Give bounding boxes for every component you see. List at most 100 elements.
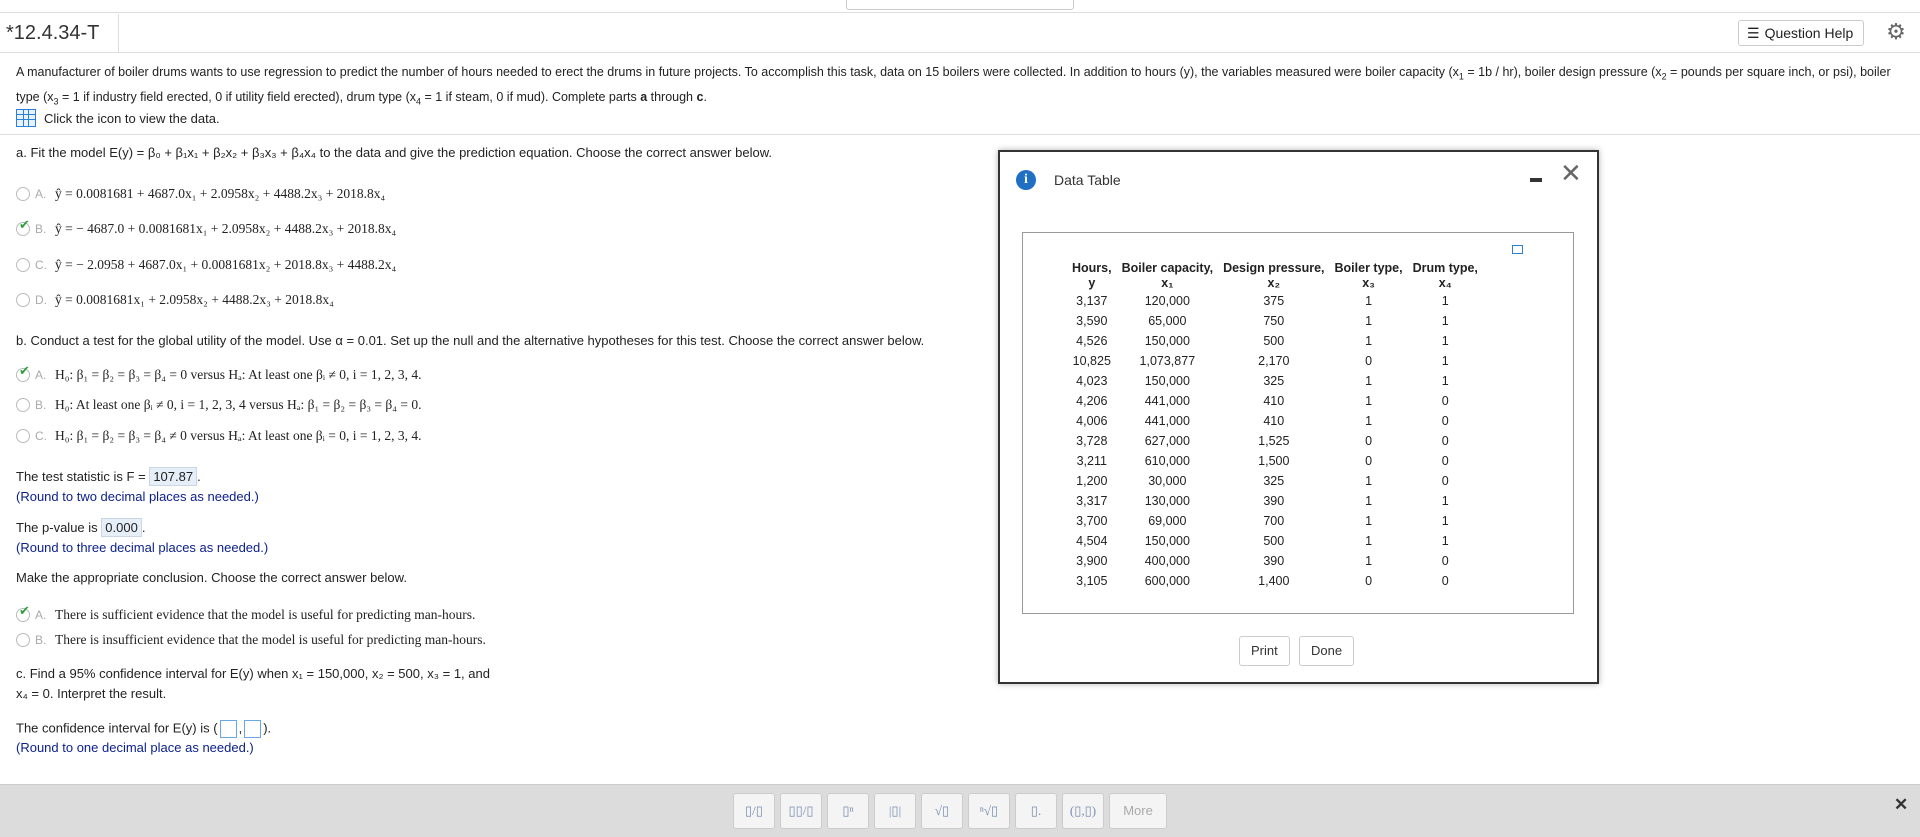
table-cell: 390 — [1263, 554, 1285, 568]
radio-button[interactable] — [16, 217, 30, 236]
table-cell: 410 — [1263, 394, 1285, 408]
column-header: Drum type, x₄ — [1412, 261, 1478, 290]
close-icon[interactable]: ✕ — [1560, 160, 1582, 186]
math-template-button[interactable]: (▯,▯) — [1062, 793, 1104, 829]
table-cell: 30,000 — [1148, 474, 1187, 488]
navigation-control[interactable] — [846, 0, 1074, 10]
data-link[interactable]: Click the icon to view the data. — [16, 109, 220, 127]
ci-lower-input[interactable] — [219, 720, 237, 738]
math-template-button[interactable]: ▯. — [1015, 793, 1057, 829]
table-cell: 441,000 — [1144, 414, 1190, 428]
p-value-answer[interactable]: 0.000 — [101, 518, 142, 537]
table-cell: 0 — [1441, 414, 1449, 428]
table-cell: 1 — [1365, 514, 1373, 528]
ci-label: The confidence interval for E(y) is ( — [16, 720, 218, 736]
table-cell: 1,200 — [1076, 474, 1108, 488]
radio-button[interactable] — [16, 633, 30, 647]
radio-button[interactable] — [16, 429, 30, 443]
table-cell: 4,006 — [1076, 414, 1108, 428]
list-icon: ☰ — [1747, 25, 1760, 41]
table-cell: 1 — [1365, 554, 1373, 568]
math-template-button[interactable]: ▯ⁿ — [827, 793, 869, 829]
table-row: 3,211 610,000 1,500 0 0 — [1067, 451, 1483, 471]
part-b-prompt: b. Conduct a test for the global utility… — [16, 333, 925, 348]
table-cell: 0 — [1365, 434, 1373, 448]
table-cell: 10,825 — [1072, 354, 1111, 368]
table-row: 3,900 400,000 390 1 0 — [1067, 551, 1483, 571]
ci-upper-input[interactable] — [244, 720, 262, 738]
conclusion-option[interactable]: B. There is insufficient evidence that th… — [16, 632, 486, 648]
option-text: H₀: At least one βᵢ ≠ 0, i = 1, 2, 3, 4 … — [55, 397, 422, 412]
table-cell: 3,700 — [1076, 514, 1108, 528]
radio-button[interactable] — [16, 363, 30, 382]
gear-icon[interactable]: ⚙ — [1884, 20, 1908, 44]
part-a-option[interactable]: C. ŷ = − 2.0958 + 4687.0x₁ + 0.0081681x₂ … — [16, 257, 396, 273]
question-help-button[interactable]: ☰ Question Help — [1738, 20, 1865, 46]
table-cell: 0 — [1441, 434, 1449, 448]
print-button[interactable]: Print — [1239, 636, 1290, 666]
table-cell: 1 — [1365, 314, 1373, 328]
table-row: 4,206 441,000 410 1 0 — [1067, 391, 1483, 411]
copy-icon[interactable] — [1512, 245, 1523, 254]
table-icon[interactable] — [16, 109, 36, 127]
table-cell: 700 — [1263, 514, 1285, 528]
part-a-option[interactable]: A. ŷ = 0.0081681 + 4687.0x₁ + 2.0958x₂ + … — [16, 186, 385, 202]
math-template-button[interactable]: √▯ — [921, 793, 963, 829]
test-statistic-line: The test statistic is F = 107.87. — [16, 467, 201, 486]
minimize-icon[interactable] — [1530, 178, 1542, 182]
radio-button[interactable] — [16, 258, 30, 272]
math-template-button[interactable]: ⁿ√▯ — [968, 793, 1010, 829]
math-template-button[interactable]: ▯/▯ — [733, 793, 775, 829]
table-cell: 750 — [1263, 314, 1285, 328]
radio-button[interactable] — [16, 293, 30, 307]
radio-button[interactable] — [16, 603, 30, 622]
table-cell: 150,000 — [1144, 334, 1190, 348]
table-cell: 1 — [1365, 494, 1373, 508]
table-row: 3,317 130,000 390 1 1 — [1067, 491, 1483, 511]
option-text: H₀: β₁ = β₂ = β₃ = β₄ ≠ 0 versus Hₐ: At … — [55, 428, 422, 443]
part-a-option[interactable]: D. ŷ = 0.0081681x₁ + 2.0958x₂ + 4488.2x₃ … — [16, 292, 334, 308]
table-cell: 1 — [1441, 294, 1449, 308]
table-cell: 3,211 — [1076, 454, 1107, 468]
table-cell: 1 — [1365, 414, 1373, 428]
problem-intro: A manufacturer of boiler drums wants to … — [16, 65, 1891, 106]
part-c-prompt-1: c. Find a 95% confidence interval for E(… — [16, 666, 490, 681]
option-letter: D. — [35, 293, 47, 307]
data-table-dialog: i Data Table ✕ Hours, y Boiler capacity, x₁… — [998, 150, 1599, 684]
table-cell: 500 — [1263, 334, 1285, 348]
conclusion-option[interactable]: A. There is sufficient evidence that the … — [16, 603, 475, 623]
column-header: Boiler type, x₃ — [1334, 261, 1403, 290]
more-button[interactable]: More — [1109, 793, 1167, 829]
test-statistic-answer[interactable]: 107.87 — [149, 467, 198, 486]
table-cell: 1 — [1441, 514, 1449, 528]
table-cell: 4,526 — [1076, 334, 1108, 348]
part-c-prompt-2: x₄ = 0. Interpret the result. — [16, 686, 167, 701]
table-row: 3,590 65,000 750 1 1 — [1067, 311, 1483, 331]
close-icon[interactable]: ✕ — [1894, 795, 1908, 815]
table-cell: 0 — [1365, 574, 1373, 588]
math-template-button[interactable]: |▯| — [874, 793, 916, 829]
table-cell: 1 — [1365, 374, 1373, 388]
top-strip — [0, 0, 1920, 13]
confidence-interval-line: The confidence interval for E(y) is (,). — [16, 720, 271, 738]
table-row: 4,006 441,000 410 1 0 — [1067, 411, 1483, 431]
option-letter: A. — [35, 187, 47, 201]
table-cell: 1 — [1441, 494, 1449, 508]
part-a-option[interactable]: B. ŷ = − 4687.0 + 0.0081681x₁ + 2.0958x₂ … — [16, 217, 396, 237]
table-row: 4,023 150,000 325 1 1 — [1067, 371, 1483, 391]
table-cell: 1 — [1441, 354, 1449, 368]
done-button[interactable]: Done — [1299, 636, 1355, 666]
radio-button[interactable] — [16, 187, 30, 201]
data-panel: Hours, y Boiler capacity, x₁ Design pressure… — [1022, 232, 1574, 614]
dialog-title: Data Table — [1054, 172, 1121, 188]
table-cell: 130,000 — [1144, 494, 1190, 508]
table-cell: 0 — [1441, 474, 1449, 488]
part-b-option[interactable]: A. H₀: β₁ = β₂ = β₃ = β₄ = 0 versus Hₐ: A… — [16, 363, 421, 383]
math-template-button[interactable]: ▯▯/▯ — [780, 793, 822, 829]
part-b-option[interactable]: C. H₀: β₁ = β₂ = β₃ = β₄ ≠ 0 versus Hₐ: A… — [16, 428, 421, 444]
radio-button[interactable] — [16, 398, 30, 412]
table-cell: 1 — [1365, 294, 1373, 308]
table-row: 3,105 600,000 1,400 0 0 — [1067, 571, 1483, 591]
option-letter: C. — [35, 429, 47, 443]
part-b-option[interactable]: B. H₀: At least one βᵢ ≠ 0, i = 1, 2, 3, … — [16, 397, 421, 413]
